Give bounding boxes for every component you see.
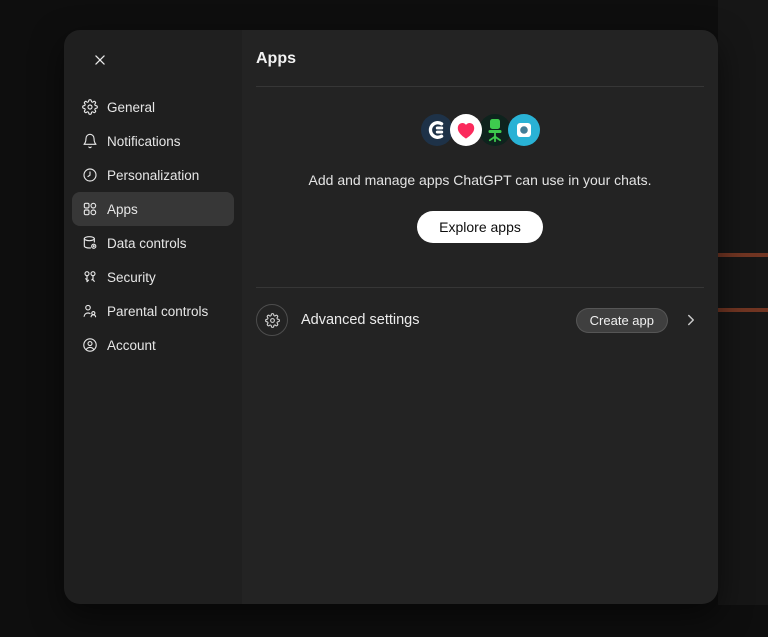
c-logo-app-icon	[420, 114, 453, 146]
chevron-right-icon[interactable]	[682, 311, 700, 329]
heart-app-icon	[449, 114, 482, 146]
sidebar-item-security[interactable]: Security	[72, 260, 234, 294]
sidebar-item-label: Notifications	[107, 133, 181, 149]
dot-square-app-icon	[507, 114, 540, 146]
background-rust-line-top	[718, 253, 768, 257]
sidebar-item-data-controls[interactable]: Data controls	[72, 226, 234, 260]
sidebar-item-personalization[interactable]: Personalization	[72, 158, 234, 192]
gear-icon	[82, 99, 98, 115]
advanced-settings-row[interactable]: Advanced settings Create app	[256, 302, 704, 338]
close-icon	[93, 53, 107, 67]
sidebar-item-label: Personalization	[107, 167, 200, 183]
people-icon	[82, 303, 98, 319]
settings-sidebar: General Notifications Personalization Ap…	[64, 30, 242, 604]
keys-icon	[82, 269, 98, 285]
sidebar-item-label: Data controls	[107, 235, 187, 251]
database-gear-icon	[82, 235, 98, 251]
gear-icon	[264, 312, 280, 328]
advanced-gear-badge	[256, 304, 288, 336]
sidebar-item-account[interactable]: Account	[72, 328, 234, 362]
apps-grid-icon	[82, 201, 98, 217]
sidebar-item-label: Apps	[107, 201, 138, 217]
close-button[interactable]	[86, 46, 114, 74]
background-rust-line-bottom	[718, 308, 768, 312]
settings-main-panel: Apps Add and manage apps ChatGPT can use…	[242, 30, 718, 604]
explore-apps-button[interactable]: Explore apps	[417, 211, 543, 243]
office-chair-app-icon	[478, 114, 511, 146]
apps-description: Add and manage apps ChatGPT can use in y…	[308, 172, 652, 188]
advanced-settings-label: Advanced settings	[301, 312, 420, 328]
sidebar-item-label: General	[107, 99, 156, 115]
settings-nav: General Notifications Personalization Ap…	[72, 90, 234, 362]
apps-hero: Add and manage apps ChatGPT can use in y…	[256, 87, 704, 243]
sidebar-item-label: Security	[107, 269, 156, 285]
create-app-button[interactable]: Create app	[575, 307, 668, 333]
settings-dialog: General Notifications Personalization Ap…	[64, 30, 718, 604]
sidebar-item-notifications[interactable]: Notifications	[72, 124, 234, 158]
sidebar-item-label: Account	[107, 337, 156, 353]
divider	[256, 287, 704, 288]
page-title: Apps	[256, 50, 296, 67]
sidebar-item-label: Parental controls	[107, 303, 209, 319]
sidebar-item-general[interactable]: General	[72, 90, 234, 124]
clock-dial-icon	[82, 167, 98, 183]
sidebar-item-apps[interactable]: Apps	[72, 192, 234, 226]
app-icons-row	[420, 114, 540, 146]
user-circle-icon	[82, 337, 98, 353]
sidebar-item-parental-controls[interactable]: Parental controls	[72, 294, 234, 328]
bell-icon	[82, 133, 98, 149]
background-panel-right	[718, 0, 768, 605]
